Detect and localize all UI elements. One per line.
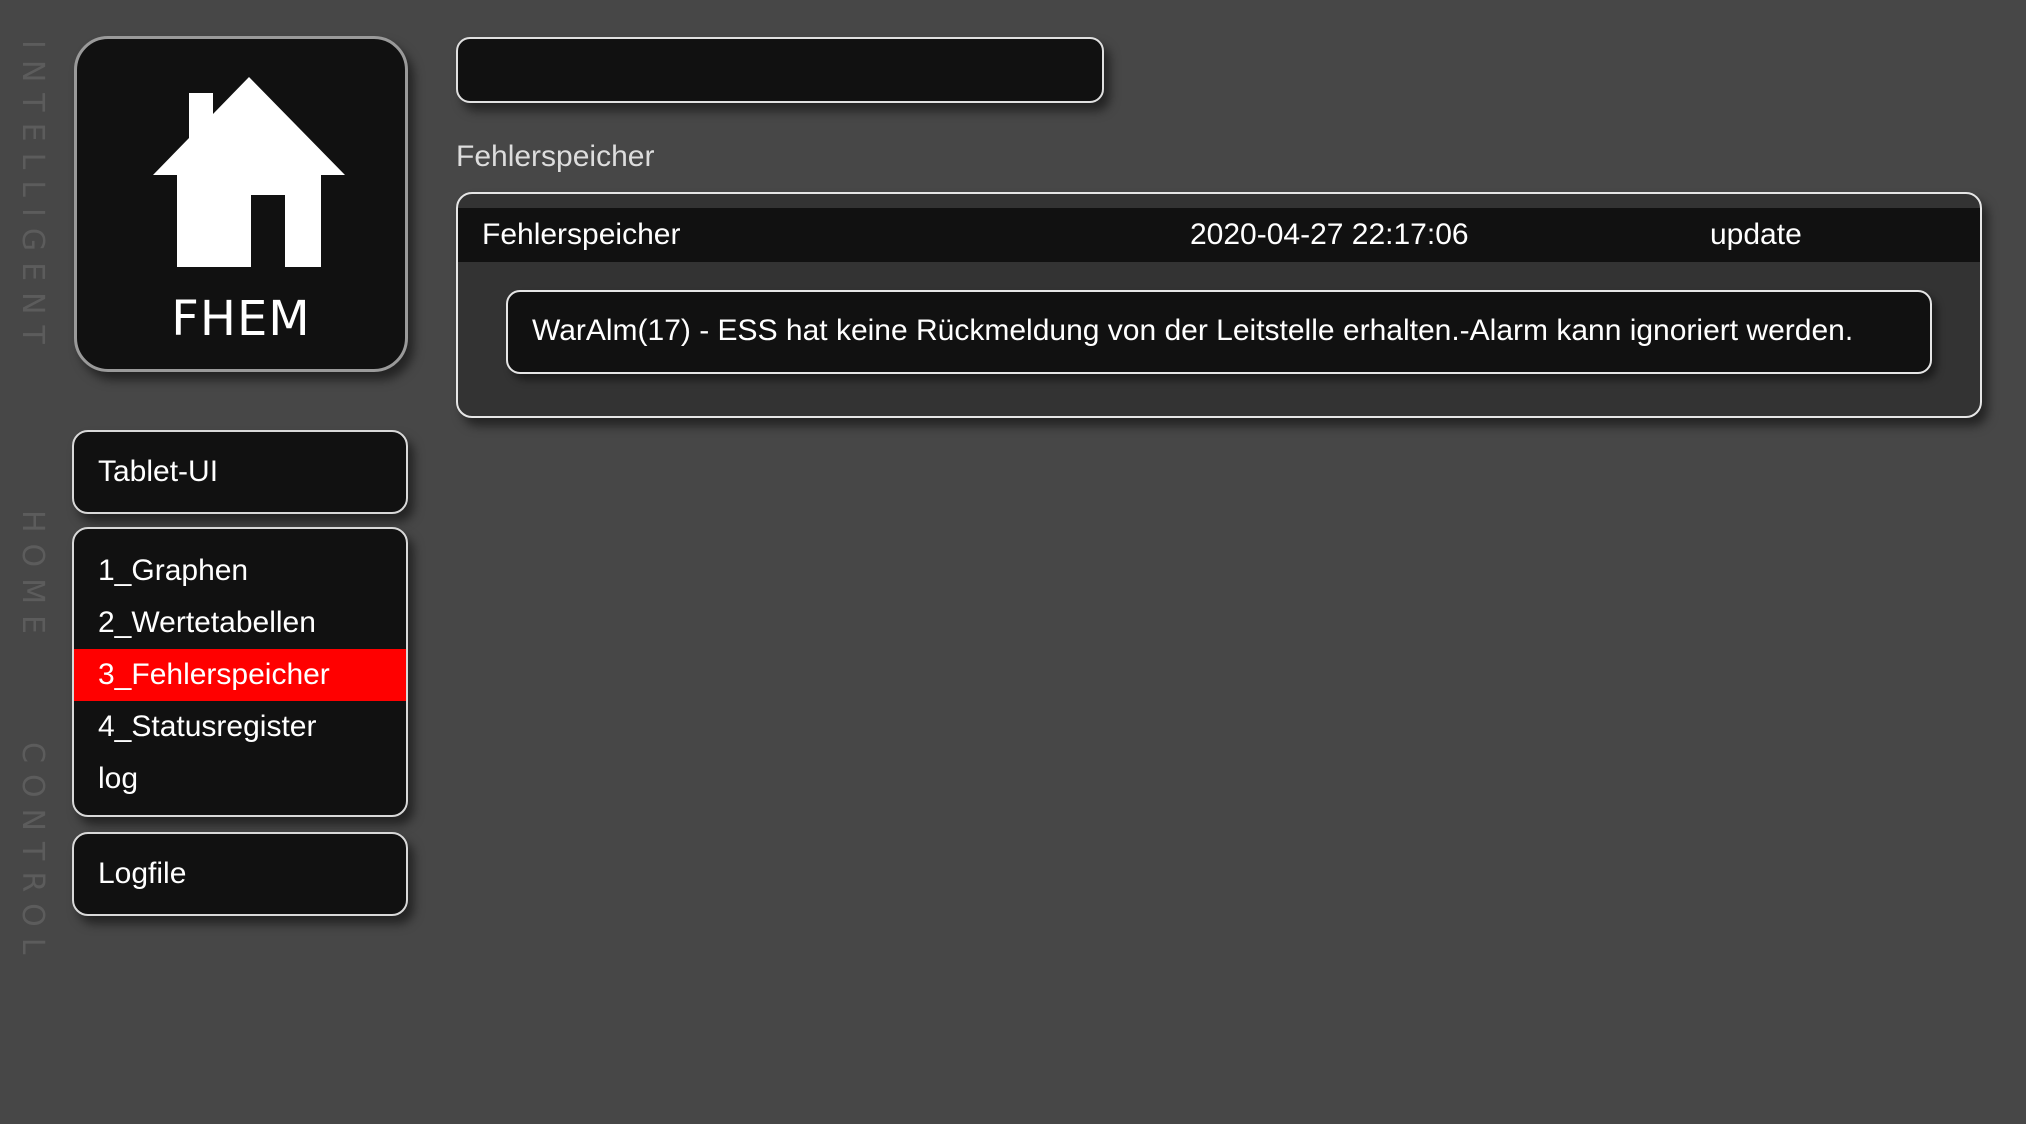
slogan-word-control: CONTROL <box>15 742 50 966</box>
device-header-row: Fehlerspeicher 2020-04-27 22:17:06 updat… <box>458 208 1980 262</box>
room-list: 1_Graphen 2_Wertetabellen 3_Fehlerspeich… <box>74 529 406 815</box>
device-panel: Fehlerspeicher 2020-04-27 22:17:06 updat… <box>456 192 1982 418</box>
nav-tablet-ui-box: Tablet-UI <box>72 430 408 514</box>
error-message: WarAlm(17) - ESS hat keine Rückmeldung v… <box>506 290 1932 374</box>
search-input[interactable] <box>456 37 1104 103</box>
nav-item-fehlerspeicher[interactable]: 3_Fehlerspeicher <box>74 649 406 701</box>
slogan-strip: INTELLIGENT HOME CONTROL <box>14 40 50 1012</box>
slogan-word-home: HOME <box>15 510 50 646</box>
device-timestamp: 2020-04-27 22:17:06 <box>1190 218 1469 251</box>
nav-item-statusregister[interactable]: 4_Statusregister <box>74 701 406 753</box>
nav-item-logfile[interactable]: Logfile <box>74 834 406 914</box>
nav-rooms-box: 1_Graphen 2_Wertetabellen 3_Fehlerspeich… <box>72 527 408 817</box>
nav-item-wertetabellen[interactable]: 2_Wertetabellen <box>74 597 406 649</box>
device-name[interactable]: Fehlerspeicher <box>482 208 680 262</box>
logo-text: FHEM <box>171 291 311 347</box>
slogan-word-intelligent: INTELLIGENT <box>15 40 50 355</box>
update-link[interactable]: update <box>1710 208 1802 262</box>
nav-item-graphen[interactable]: 1_Graphen <box>74 545 406 597</box>
fhem-logo[interactable]: FHEM <box>74 36 408 372</box>
nav-item-tablet-ui[interactable]: Tablet-UI <box>74 432 406 512</box>
nav-item-log[interactable]: log <box>74 753 406 805</box>
nav-logfile-box: Logfile <box>72 832 408 916</box>
section-title: Fehlerspeicher <box>456 140 655 173</box>
fhem-page: INTELLIGENT HOME CONTROL FHEM Tablet-UI … <box>0 0 2026 1124</box>
house-icon <box>153 77 345 267</box>
